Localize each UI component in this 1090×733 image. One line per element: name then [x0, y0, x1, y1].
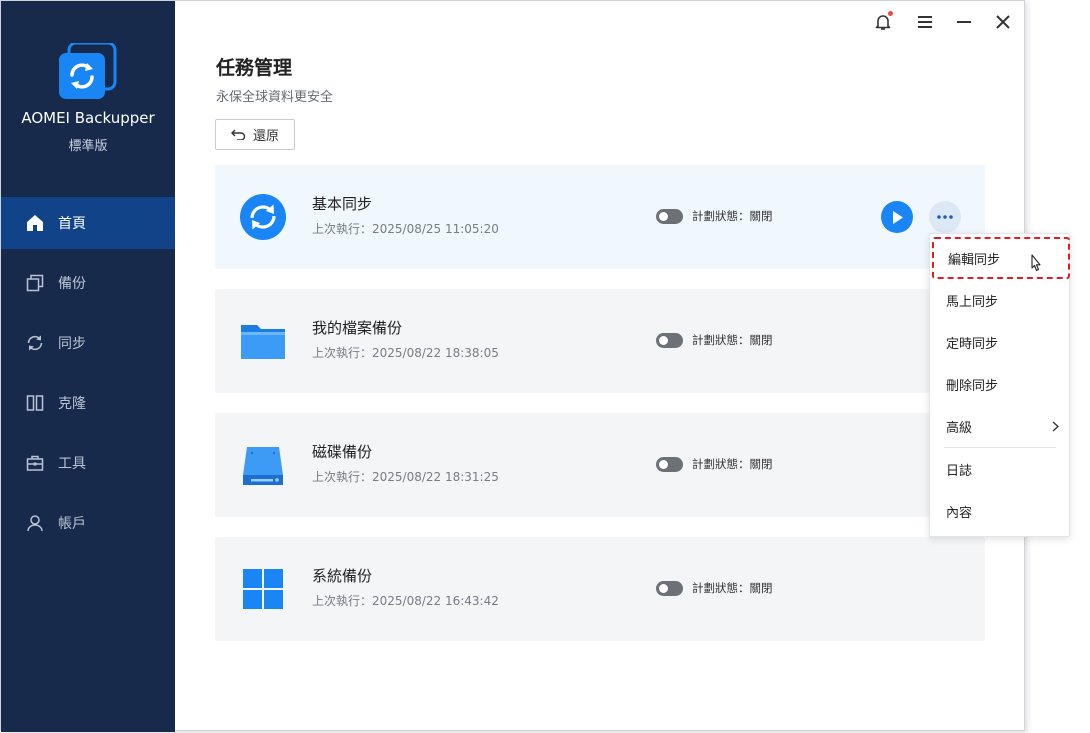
sidebar-nav: 首頁 備份 同步 克隆 工具 帳戶 [1, 197, 175, 557]
menu-item-label: 高級 [946, 420, 973, 436]
sidebar-item-clone[interactable]: 克隆 [1, 377, 175, 429]
sidebar-item-backup[interactable]: 備份 [1, 257, 175, 309]
app-name: AOMEI Backupper [21, 109, 155, 127]
schedule-toggle[interactable] [656, 209, 683, 224]
schedule-toggle[interactable] [656, 457, 683, 472]
task-card[interactable]: 磁碟備份 上次執行：2025/08/22 18:31:25 計劃狀態：關閉 [215, 413, 985, 517]
task-context-menu: 編輯同步 馬上同步 定時同步 刪除同步 高級 日誌 內容 [929, 233, 1070, 537]
schedule-status: 計劃狀態：關閉 [692, 209, 773, 223]
mouse-cursor-icon [1031, 254, 1041, 272]
sync-icon [25, 333, 45, 353]
more-options-button[interactable] [929, 201, 961, 233]
notification-button[interactable] [872, 11, 894, 33]
close-icon [996, 15, 1010, 29]
close-button[interactable] [992, 11, 1014, 33]
home-icon [25, 213, 45, 233]
sync-circle-icon [240, 194, 286, 240]
schedule-status: 計劃狀態：關閉 [692, 333, 773, 347]
sidebar-item-sync[interactable]: 同步 [1, 317, 175, 369]
windows-icon [243, 569, 283, 609]
app-logo-icon [59, 43, 117, 99]
disk-icon [243, 447, 283, 485]
task-card[interactable]: 我的檔案備份 上次執行：2025/08/22 18:38:05 計劃狀態：關閉 [215, 289, 985, 393]
page-title: 任務管理 [216, 57, 293, 79]
undo-icon [230, 129, 246, 140]
menu-item-log[interactable]: 日誌 [930, 448, 1069, 490]
schedule-status: 計劃狀態：關閉 [692, 581, 773, 595]
sidebar-item-label: 備份 [58, 276, 86, 292]
task-name: 磁碟備份 [312, 443, 373, 461]
run-task-button[interactable] [881, 201, 913, 233]
app-window: AOMEI Backupper 標準版 首頁 備份 同步 克隆 工具 帳戶 任務… [0, 0, 1025, 732]
toolbox-icon [25, 453, 45, 473]
menu-item-advanced[interactable]: 高級 [930, 405, 1069, 447]
task-name: 系統備份 [312, 567, 373, 585]
user-icon [25, 513, 45, 533]
task-name: 我的檔案備份 [312, 319, 403, 337]
more-dots-icon [937, 215, 953, 219]
task-card[interactable]: 基本同步 上次執行：2025/08/25 11:05:20 計劃狀態：關閉 [215, 165, 985, 269]
sidebar-item-label: 首頁 [58, 216, 86, 232]
minimize-button[interactable] [953, 11, 975, 33]
menu-item-sync-now[interactable]: 馬上同步 [930, 279, 1069, 321]
task-last-run: 上次執行：2025/08/22 18:38:05 [312, 346, 499, 360]
app-edition: 標準版 [68, 139, 108, 154]
sidebar-item-label: 帳戶 [58, 516, 86, 532]
sidebar-item-tools[interactable]: 工具 [1, 437, 175, 489]
sidebar-item-label: 同步 [58, 336, 86, 352]
sidebar-item-home[interactable]: 首頁 [1, 197, 175, 249]
play-icon [893, 210, 903, 224]
schedule-toggle[interactable] [656, 333, 683, 348]
menu-item-delete-sync[interactable]: 刪除同步 [930, 363, 1069, 405]
schedule-toggle[interactable] [656, 581, 683, 596]
task-name: 基本同步 [312, 195, 373, 213]
task-card[interactable]: 系統備份 上次執行：2025/08/22 16:43:42 計劃狀態：關閉 [215, 537, 985, 641]
bell-icon [875, 14, 891, 30]
backup-icon [25, 273, 45, 293]
schedule-status: 計劃狀態：關閉 [692, 457, 773, 471]
restore-label: 還原 [252, 129, 279, 144]
sidebar: AOMEI Backupper 標準版 首頁 備份 同步 克隆 工具 帳戶 [1, 1, 175, 732]
task-last-run: 上次執行：2025/08/22 16:43:42 [312, 594, 499, 608]
page-subtitle: 永保全球資料更安全 [216, 90, 334, 105]
sidebar-item-account[interactable]: 帳戶 [1, 497, 175, 549]
clone-icon [25, 393, 45, 413]
minimize-icon [957, 21, 971, 23]
menu-icon [918, 16, 932, 28]
menu-item-properties[interactable]: 內容 [930, 490, 1069, 532]
sidebar-item-label: 工具 [58, 456, 86, 472]
menu-item-edit-sync[interactable]: 編輯同步 [932, 237, 1070, 279]
menu-button[interactable] [914, 11, 936, 33]
menu-item-schedule-sync[interactable]: 定時同步 [930, 321, 1069, 363]
restore-button[interactable]: 還原 [215, 119, 295, 150]
task-last-run: 上次執行：2025/08/25 11:05:20 [312, 222, 499, 236]
sidebar-item-label: 克隆 [58, 396, 86, 412]
notification-badge [888, 11, 893, 16]
folder-icon [241, 325, 285, 359]
task-last-run: 上次執行：2025/08/22 18:31:25 [312, 470, 499, 484]
chevron-right-icon [1052, 420, 1059, 432]
